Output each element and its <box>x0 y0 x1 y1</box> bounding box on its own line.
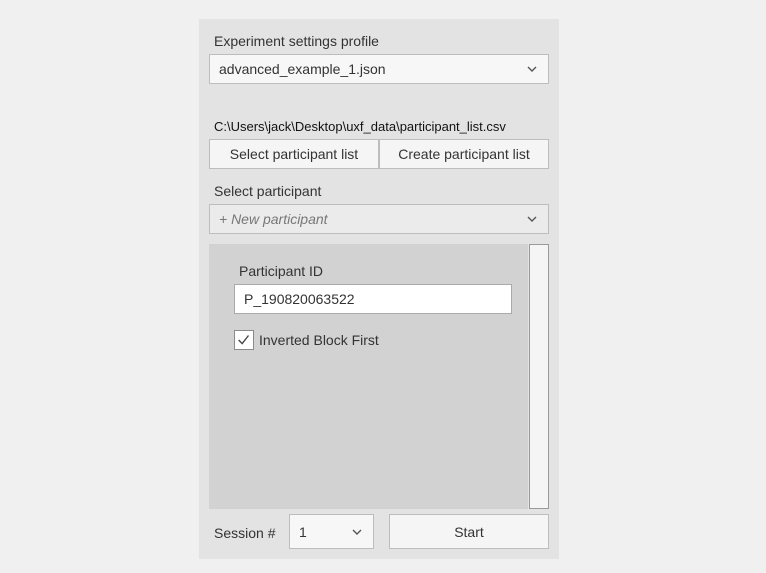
profile-dropdown[interactable]: advanced_example_1.json <box>209 54 549 84</box>
participant-dropdown[interactable]: + New participant <box>209 204 549 234</box>
inverted-block-checkbox[interactable] <box>234 330 254 350</box>
settings-panel: Experiment settings profile advanced_exa… <box>199 19 559 559</box>
chevron-down-icon <box>527 66 537 72</box>
session-label: Session # <box>214 525 276 541</box>
participant-form-area: Participant ID P_190820063522 Inverted B… <box>209 244 528 509</box>
form-scrollbar[interactable] <box>529 244 549 509</box>
session-dropdown[interactable]: 1 <box>289 514 374 549</box>
participant-id-label: Participant ID <box>239 263 324 279</box>
participant-id-value: P_190820063522 <box>244 291 355 307</box>
chevron-down-icon <box>527 216 537 222</box>
profile-label: Experiment settings profile <box>214 33 379 49</box>
participant-list-path: C:\Users\jack\Desktop\uxf_data\participa… <box>214 119 506 134</box>
session-dropdown-value: 1 <box>299 524 307 540</box>
select-participant-label: Select participant <box>214 183 322 199</box>
chevron-down-icon <box>352 529 362 535</box>
start-button[interactable]: Start <box>389 514 549 549</box>
create-participant-list-button[interactable]: Create participant list <box>379 139 549 169</box>
select-participant-list-button[interactable]: Select participant list <box>209 139 379 169</box>
inverted-block-label: Inverted Block First <box>259 332 379 348</box>
participant-dropdown-value: + New participant <box>219 211 328 227</box>
profile-dropdown-value: advanced_example_1.json <box>219 61 386 77</box>
checkmark-icon <box>238 335 250 345</box>
participant-id-field[interactable]: P_190820063522 <box>234 284 512 314</box>
